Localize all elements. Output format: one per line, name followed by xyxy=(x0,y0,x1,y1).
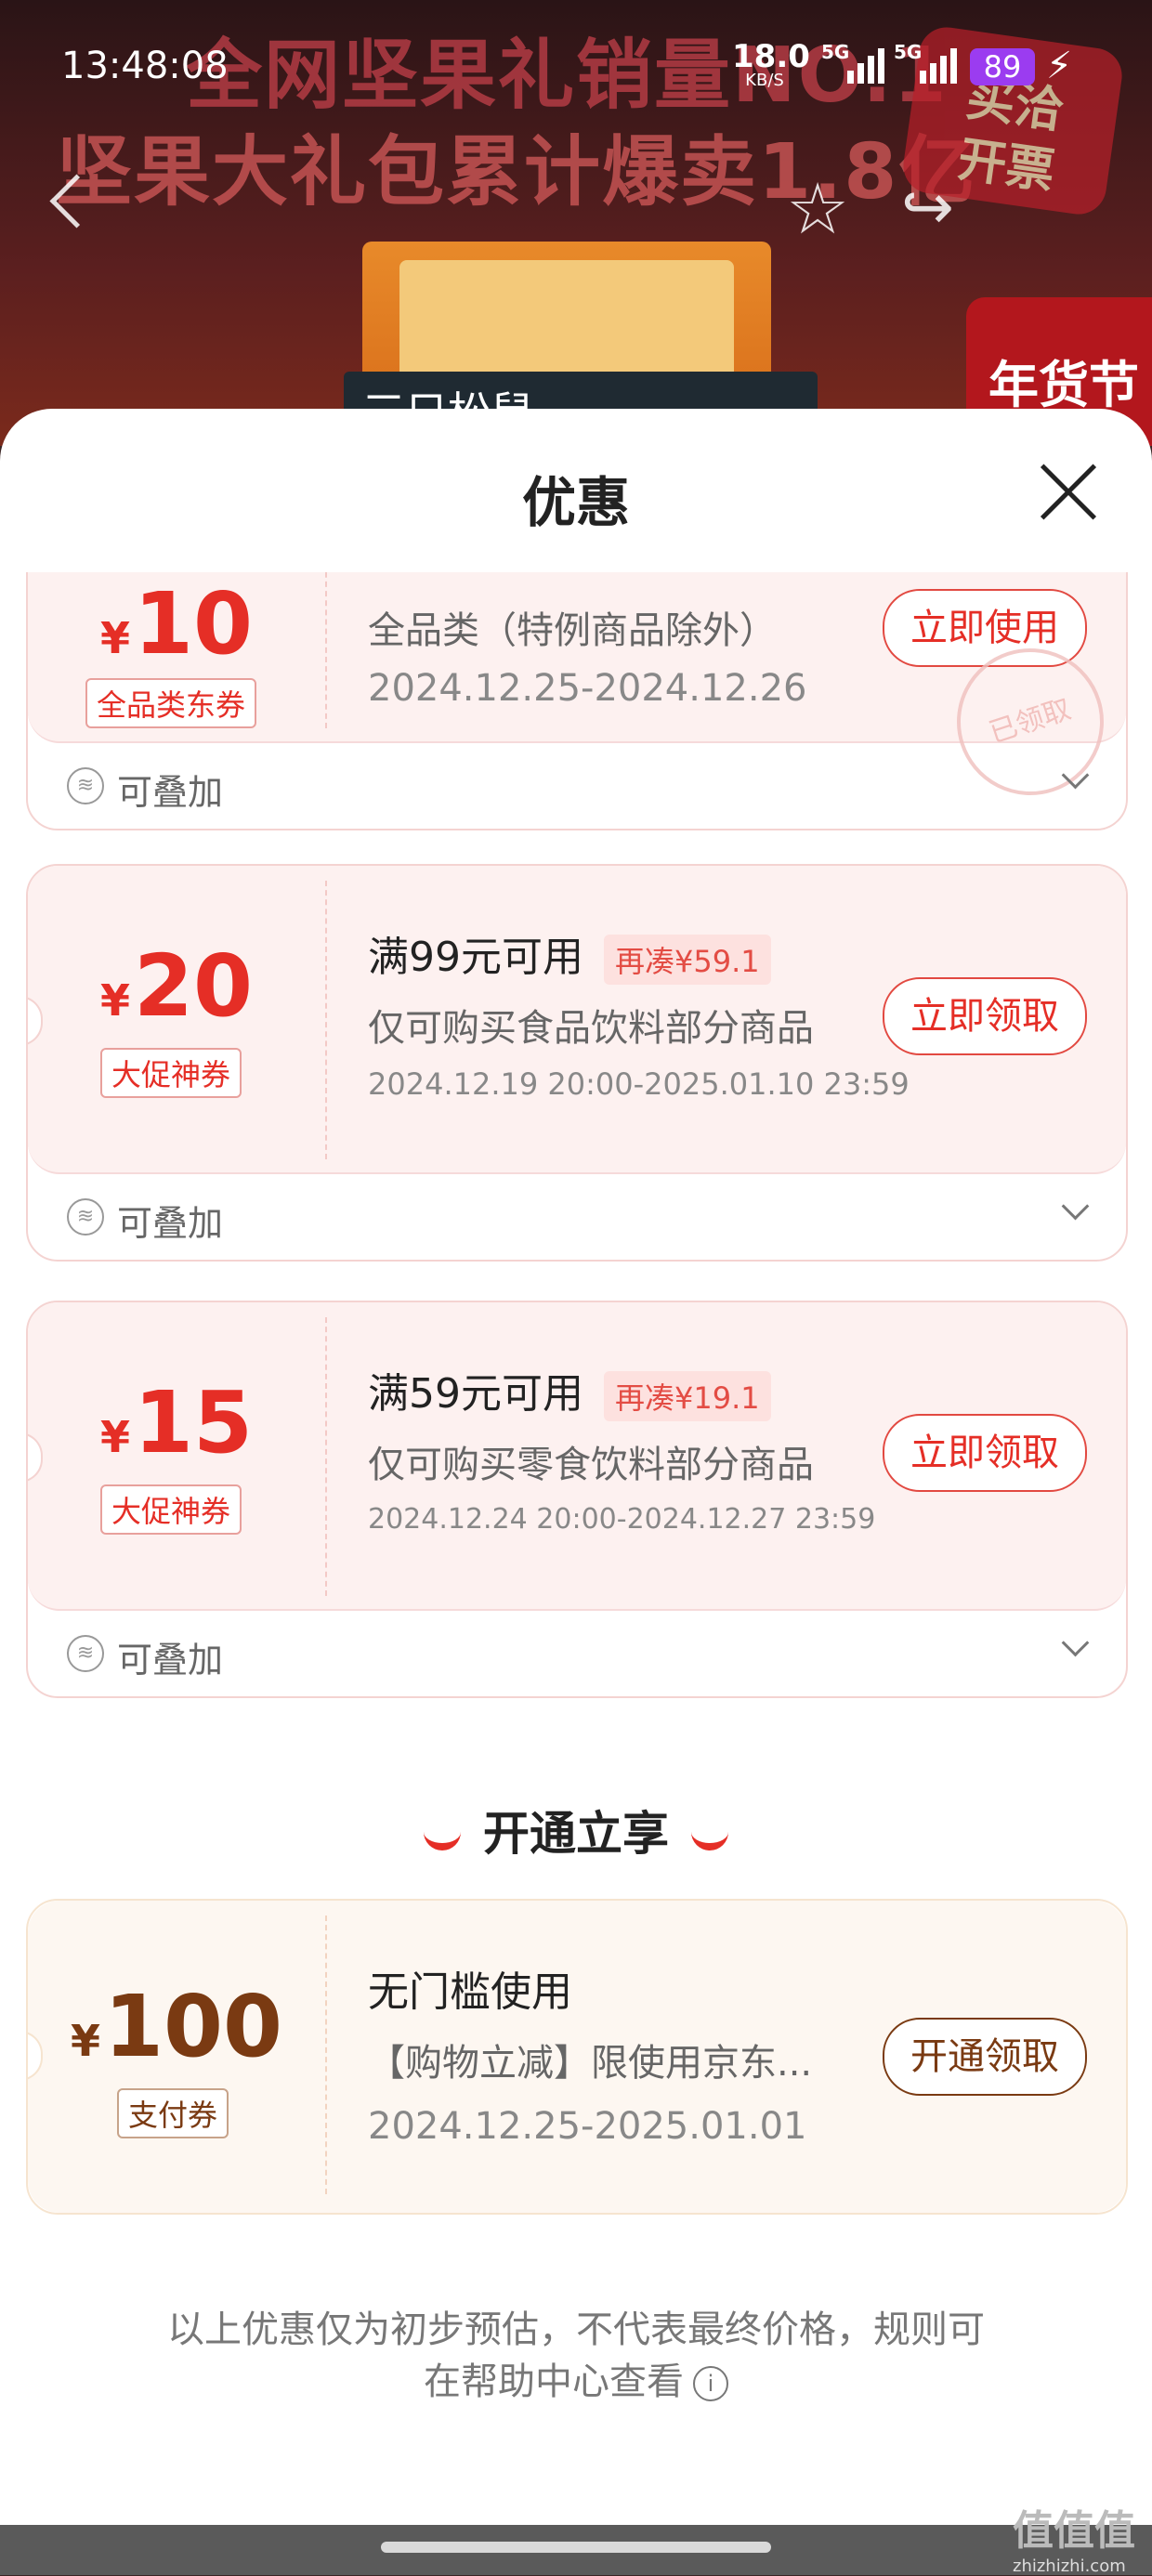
charging-icon: ⚡ xyxy=(1046,45,1073,87)
share-icon[interactable]: ↪ xyxy=(901,171,954,244)
coupon-description: 全品类（特例商品除外） xyxy=(368,609,777,652)
coupon-validity: 2024.12.19 20:00-2025.01.10 23:59 xyxy=(368,1066,910,1102)
coupon-description: 【购物立减】限使用京东... xyxy=(368,2042,813,2085)
coupon-card: ¥10 全品类东券 全品类（特例商品除外） 2024.12.25-2024.12… xyxy=(26,572,1128,830)
sheet-title: 优惠 xyxy=(521,471,630,534)
amount-to-go-badge: 再凑¥19.1 xyxy=(604,1371,771,1421)
network-speed: 18.0 KB/S xyxy=(732,38,810,90)
smile-icon xyxy=(424,1824,461,1850)
info-icon[interactable]: i xyxy=(693,2366,728,2401)
amount-to-go-badge: 再凑¥59.1 xyxy=(604,935,771,985)
coupon-condition: 无门槛使用 xyxy=(368,1968,572,2016)
stack-icon: ≋ xyxy=(67,1635,104,1672)
chevron-down-icon[interactable] xyxy=(1061,1628,1090,1657)
coupon-footer[interactable]: ≋ 可叠加 xyxy=(28,1609,1126,1696)
offers-sheet: 优惠 ¥10 全品类东券 全品类（特例商品除外） 2024.12.25-2024… xyxy=(0,409,1152,2575)
battery-level: 89 xyxy=(970,48,1035,85)
coupon-amount: ¥100 xyxy=(70,1977,283,2076)
coupon-type-tag: 全品类东券 xyxy=(85,678,257,728)
coupon-validity: 2024.12.25-2025.01.01 xyxy=(368,2105,807,2148)
watermark: 值值值 zhizhizhi.com xyxy=(1013,2507,1135,2576)
status-bar: 13:48:08 18.0 KB/S 5G 5G 89 ⚡ xyxy=(0,0,1152,139)
chevron-down-icon[interactable] xyxy=(1061,761,1090,790)
coupon-type-tag: 支付券 xyxy=(117,2088,229,2138)
coupon-condition: 满59元可用 再凑¥19.1 xyxy=(368,1360,771,1421)
close-icon[interactable] xyxy=(1039,463,1098,522)
coupon-footer[interactable]: ≋ 可叠加 xyxy=(28,741,1126,829)
home-indicator[interactable] xyxy=(381,2542,771,2553)
coupon-list[interactable]: ¥10 全品类东券 全品类（特例商品除外） 2024.12.25-2024.12… xyxy=(0,572,1152,2575)
chevron-down-icon[interactable] xyxy=(1061,1192,1090,1221)
coupon-card: ¥15 大促神券 满59元可用 再凑¥19.1 仅可购买零食饮料部分商品 2024… xyxy=(26,1301,1128,1698)
coupon-description: 仅可购买食品饮料部分商品 xyxy=(368,1007,814,1050)
claim-now-button[interactable]: 立即领取 xyxy=(883,1414,1087,1492)
coupon-amount: ¥10 xyxy=(99,574,254,673)
vip-section-title: 开通立享 xyxy=(0,1797,1152,1863)
coupon-validity: 2024.12.25-2024.12.26 xyxy=(368,667,807,710)
coupon-amount: ¥15 xyxy=(99,1373,254,1472)
coupon-condition: 满99元可用 再凑¥59.1 xyxy=(368,923,771,985)
coupon-type-tag: 大促神券 xyxy=(100,1048,242,1098)
coupon-validity: 2024.12.24 20:00-2024.12.27 23:59 xyxy=(368,1503,876,1536)
activate-claim-button[interactable]: 开通领取 xyxy=(883,2018,1087,2096)
stack-icon: ≋ xyxy=(67,1198,104,1236)
claim-now-button[interactable]: 立即领取 xyxy=(883,977,1087,1055)
disclaimer: 以上优惠仅为初步预估，不代表最终价格，规则可 在帮助中心查看 i xyxy=(167,2308,985,2403)
signal-icon-2: 5G xyxy=(894,41,966,89)
stack-icon: ≋ xyxy=(67,767,104,804)
star-icon[interactable]: ☆ xyxy=(786,167,849,250)
coupon-amount: ¥20 xyxy=(99,936,254,1036)
signal-icon-1: 5G xyxy=(821,41,894,89)
smile-icon xyxy=(691,1824,728,1850)
clock: 13:48:08 xyxy=(61,45,229,87)
coupon-description: 仅可购买零食饮料部分商品 xyxy=(368,1444,814,1486)
coupon-footer[interactable]: ≋ 可叠加 xyxy=(28,1172,1126,1260)
vip-coupon-card: ¥100 支付券 无门槛使用 【购物立减】限使用京东... 2024.12.25… xyxy=(26,1899,1128,2215)
coupon-card: ¥20 大促神券 满99元可用 再凑¥59.1 仅可购买食品饮料部分商品 2024… xyxy=(26,864,1128,1262)
coupon-type-tag: 大促神券 xyxy=(100,1484,242,1535)
